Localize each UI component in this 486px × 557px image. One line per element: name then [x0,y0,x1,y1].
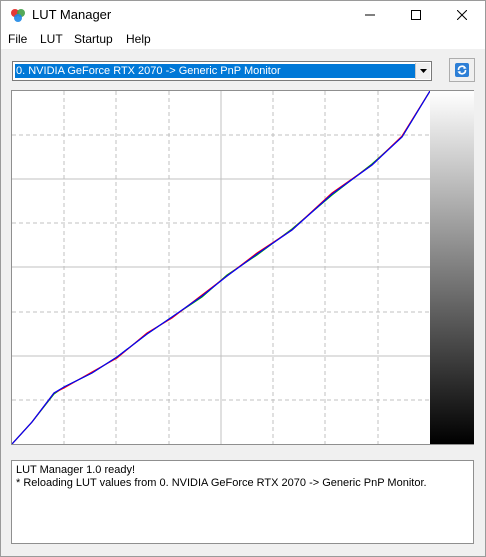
reload-icon [455,63,469,77]
display-select[interactable]: 0. NVIDIA GeForce RTX 2070 -> Generic Pn… [12,61,432,81]
log-output: LUT Manager 1.0 ready! * Reloading LUT v… [11,460,474,544]
log-line: * Reloading LUT values from 0. NVIDIA Ge… [16,477,427,489]
reload-button[interactable] [449,58,475,82]
close-icon [457,10,467,20]
plot-grid [12,91,430,444]
log-line: LUT Manager 1.0 ready! [16,464,136,476]
lut-curve-plot [12,91,430,444]
display-select-value: 0. NVIDIA GeForce RTX 2070 -> Generic Pn… [15,64,415,78]
lut-manager-window: LUT Manager File LUT Startup Help 0. NVI… [0,0,486,557]
close-button[interactable] [439,1,485,29]
window-title: LUT Manager [32,7,112,22]
menu-startup[interactable]: Startup [72,32,115,46]
lut-manager-app-icon [11,9,25,22]
maximize-button[interactable] [393,1,439,29]
minimize-button[interactable] [347,1,393,29]
maximize-icon [411,10,421,20]
chevron-down-icon [419,69,427,73]
menu-file[interactable]: File [6,32,29,46]
minimize-icon [365,14,375,16]
menu-help[interactable]: Help [124,32,153,46]
menu-lut[interactable]: LUT [38,32,65,46]
dropdown-arrow-button[interactable] [415,63,430,79]
lut-graph [11,90,474,445]
menu-bar: File LUT Startup Help [1,29,485,49]
title-bar[interactable]: LUT Manager [1,1,485,29]
gray-gradient-bar [430,91,474,444]
